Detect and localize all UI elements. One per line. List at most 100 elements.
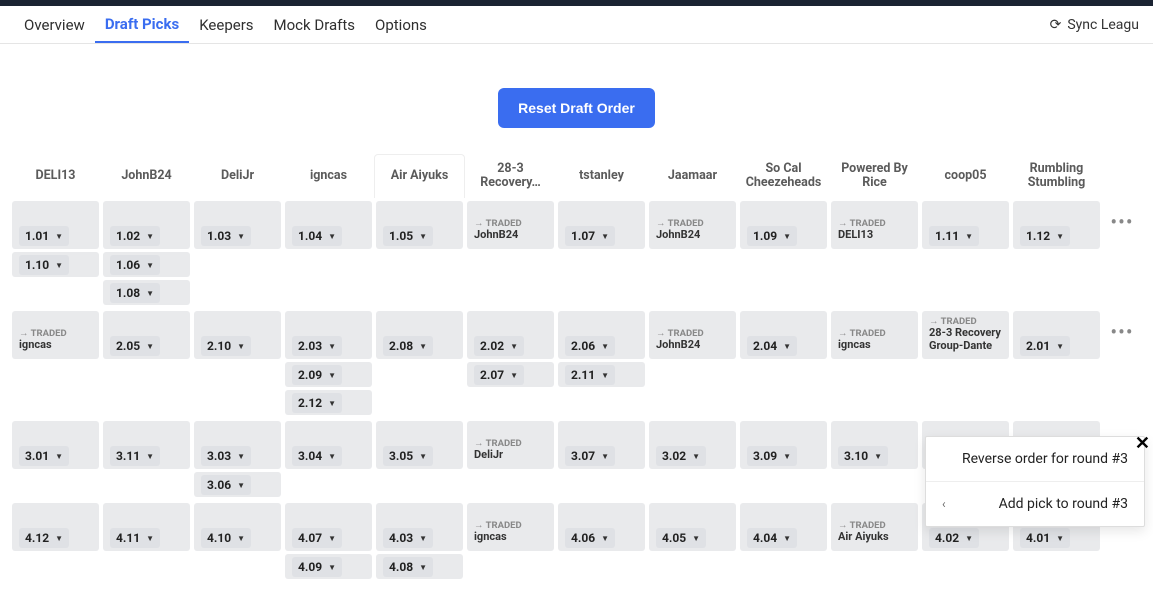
- draft-cell[interactable]: 3.07▼: [558, 421, 645, 469]
- pick-chip[interactable]: 1.12▼: [1020, 226, 1070, 246]
- draft-cell[interactable]: 4.03▼: [376, 503, 463, 551]
- draft-cell[interactable]: 1.01▼: [12, 201, 99, 249]
- draft-cell-extra[interactable]: 4.08▼: [376, 554, 463, 579]
- draft-cell[interactable]: 1.07▼: [558, 201, 645, 249]
- draft-cell[interactable]: → TRADEDJohnB24: [467, 201, 554, 249]
- sync-league-button[interactable]: ⟳ Sync Leagu: [1050, 17, 1139, 33]
- draft-cell[interactable]: 1.03▼: [194, 201, 281, 249]
- draft-cell-extra[interactable]: 1.06▼: [103, 252, 190, 277]
- draft-cell-extra[interactable]: 4.09▼: [285, 554, 372, 579]
- draft-cell[interactable]: 1.05▼: [376, 201, 463, 249]
- column-header[interactable]: Powered By Rice: [829, 154, 920, 198]
- draft-cell[interactable]: 3.10▼: [831, 421, 918, 469]
- draft-cell[interactable]: 4.05▼: [649, 503, 736, 551]
- pick-chip[interactable]: 2.10▼: [201, 336, 251, 356]
- draft-cell[interactable]: → TRADEDigncas: [12, 311, 99, 359]
- draft-cell[interactable]: → TRADEDAir Aiyuks: [831, 503, 918, 551]
- pick-chip[interactable]: 4.11▼: [110, 528, 160, 548]
- draft-cell[interactable]: 1.02▼: [103, 201, 190, 249]
- pick-chip[interactable]: 1.09▼: [747, 226, 797, 246]
- draft-cell[interactable]: 3.02▼: [649, 421, 736, 469]
- pick-chip[interactable]: 4.12▼: [19, 528, 69, 548]
- pick-chip[interactable]: 2.03▼: [292, 336, 342, 356]
- draft-cell[interactable]: 4.11▼: [103, 503, 190, 551]
- tab-draft-picks[interactable]: Draft Picks: [95, 6, 189, 43]
- pick-chip[interactable]: 4.09▼: [292, 557, 342, 577]
- pick-chip[interactable]: 4.03▼: [383, 528, 433, 548]
- tab-keepers[interactable]: Keepers: [189, 6, 263, 43]
- draft-cell-extra[interactable]: 3.06▼: [194, 472, 281, 497]
- draft-cell[interactable]: → TRADEDigncas: [467, 503, 554, 551]
- draft-cell[interactable]: → TRADEDDELI13: [831, 201, 918, 249]
- round-menu-button[interactable]: •••: [1102, 308, 1142, 356]
- draft-cell[interactable]: 4.07▼: [285, 503, 372, 551]
- draft-cell[interactable]: 3.05▼: [376, 421, 463, 469]
- column-header[interactable]: 28-3 Recovery…: [465, 154, 556, 198]
- pick-chip[interactable]: 2.01▼: [1020, 336, 1070, 356]
- pick-chip[interactable]: 4.04▼: [747, 528, 797, 548]
- draft-cell[interactable]: 1.11▼: [922, 201, 1009, 249]
- draft-cell-extra[interactable]: 2.09▼: [285, 362, 372, 387]
- pick-chip[interactable]: 1.07▼: [565, 226, 615, 246]
- draft-cell[interactable]: → TRADEDDeliJr: [467, 421, 554, 469]
- pick-chip[interactable]: 3.09▼: [747, 446, 797, 466]
- draft-cell[interactable]: 2.05▼: [103, 311, 190, 359]
- pick-chip[interactable]: 2.05▼: [110, 336, 160, 356]
- pick-chip[interactable]: 4.08▼: [383, 557, 433, 577]
- pick-chip[interactable]: 2.11▼: [565, 365, 615, 385]
- close-icon[interactable]: ✕: [1135, 433, 1150, 454]
- pick-chip[interactable]: 1.02▼: [110, 226, 160, 246]
- menu-add-pick[interactable]: ‹ Add pick to round #3: [926, 482, 1144, 526]
- column-header[interactable]: So Cal Cheezeheads: [738, 154, 829, 198]
- draft-cell[interactable]: 2.10▼: [194, 311, 281, 359]
- draft-cell[interactable]: → TRADEDJohnB24: [649, 311, 736, 359]
- draft-cell[interactable]: 3.09▼: [740, 421, 827, 469]
- pick-chip[interactable]: 2.06▼: [565, 336, 615, 356]
- pick-chip[interactable]: 3.01▼: [19, 446, 69, 466]
- column-header[interactable]: Jaamaar: [647, 154, 738, 198]
- draft-cell-extra[interactable]: 2.12▼: [285, 390, 372, 415]
- column-header[interactable]: DELI13: [10, 154, 101, 198]
- column-header[interactable]: Air Aiyuks: [374, 154, 465, 198]
- column-header[interactable]: coop05: [920, 154, 1011, 198]
- draft-cell-extra[interactable]: 2.11▼: [558, 362, 645, 387]
- pick-chip[interactable]: 3.07▼: [565, 446, 615, 466]
- draft-cell[interactable]: 2.02▼: [467, 311, 554, 359]
- pick-chip[interactable]: 1.01▼: [19, 226, 69, 246]
- draft-cell[interactable]: 2.06▼: [558, 311, 645, 359]
- pick-chip[interactable]: 1.03▼: [201, 226, 251, 246]
- draft-cell-extra[interactable]: 1.10▼: [12, 252, 99, 277]
- draft-cell-extra[interactable]: 2.07▼: [467, 362, 554, 387]
- pick-chip[interactable]: 2.12▼: [292, 393, 342, 413]
- menu-reverse-round[interactable]: Reverse order for round #3: [926, 437, 1144, 482]
- draft-cell[interactable]: 2.01▼: [1013, 311, 1100, 359]
- draft-cell[interactable]: 2.03▼: [285, 311, 372, 359]
- draft-cell[interactable]: 4.04▼: [740, 503, 827, 551]
- pick-chip[interactable]: 3.06▼: [201, 475, 251, 495]
- column-header[interactable]: tstanley: [556, 154, 647, 198]
- pick-chip[interactable]: 1.06▼: [110, 255, 160, 275]
- pick-chip[interactable]: 3.10▼: [838, 446, 888, 466]
- pick-chip[interactable]: 2.08▼: [383, 336, 433, 356]
- pick-chip[interactable]: 3.11▼: [110, 446, 160, 466]
- column-header[interactable]: Rumbling Stumbling: [1011, 154, 1102, 198]
- draft-cell[interactable]: 3.04▼: [285, 421, 372, 469]
- draft-cell[interactable]: 3.11▼: [103, 421, 190, 469]
- column-header[interactable]: JohnB24: [101, 154, 192, 198]
- pick-chip[interactable]: 3.05▼: [383, 446, 433, 466]
- draft-cell[interactable]: 4.10▼: [194, 503, 281, 551]
- round-menu-button[interactable]: •••: [1102, 198, 1142, 246]
- pick-chip[interactable]: 4.01▼: [1020, 528, 1070, 548]
- reset-draft-order-button[interactable]: Reset Draft Order: [498, 88, 655, 128]
- pick-chip[interactable]: 2.09▼: [292, 365, 342, 385]
- draft-cell[interactable]: 1.12▼: [1013, 201, 1100, 249]
- pick-chip[interactable]: 2.04▼: [747, 336, 797, 356]
- draft-cell[interactable]: 1.04▼: [285, 201, 372, 249]
- pick-chip[interactable]: 4.06▼: [565, 528, 615, 548]
- draft-cell[interactable]: 2.08▼: [376, 311, 463, 359]
- draft-cell[interactable]: 2.04▼: [740, 311, 827, 359]
- draft-cell[interactable]: 1.09▼: [740, 201, 827, 249]
- draft-cell[interactable]: → TRADEDigncas: [831, 311, 918, 359]
- draft-cell[interactable]: 4.06▼: [558, 503, 645, 551]
- pick-chip[interactable]: 2.07▼: [474, 365, 524, 385]
